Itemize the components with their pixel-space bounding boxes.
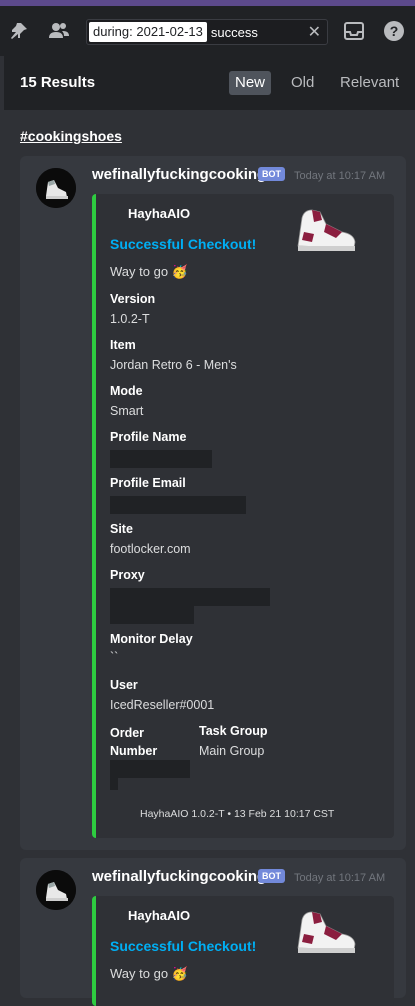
field-name-profile-email: Profile Email	[110, 476, 186, 490]
redacted-order-number-line-1	[110, 760, 190, 778]
close-icon[interactable]: ✕	[308, 22, 321, 42]
message-author[interactable]: wefinallyfuckingcooking	[92, 868, 266, 885]
sneaker-thumbnail	[292, 904, 360, 960]
avatar[interactable]	[36, 870, 76, 910]
field-name-monitor-delay: Monitor Delay	[110, 632, 193, 646]
members-icon[interactable]	[46, 18, 72, 44]
message-timestamp: Today at 10:17 AM	[294, 170, 386, 182]
embed: HayhaAIO Successful Checkout! Way to go …	[92, 194, 394, 838]
search-result-card[interactable]: wefinallyfuckingcooking BOT Today at 10:…	[20, 858, 406, 1006]
embed-title[interactable]: Successful Checkout!	[110, 938, 256, 954]
sort-relevant-button[interactable]: Relevant	[334, 71, 405, 95]
message-timestamp: Today at 10:17 AM	[294, 872, 386, 884]
sort-new-button[interactable]: New	[229, 71, 272, 95]
party-face-icon: 🥳	[171, 264, 188, 279]
field-name-user: User	[110, 678, 138, 692]
field-value-task-group: Main Group	[199, 744, 265, 758]
inbox-icon[interactable]	[341, 18, 367, 44]
channel-link[interactable]: #cookingshoes	[20, 128, 122, 144]
embed: HayhaAIO Successful Checkout! Way to go …	[92, 896, 394, 1006]
field-value-site: footlocker.com	[110, 542, 191, 556]
field-value-user: IcedReseller#0001	[110, 698, 215, 712]
field-name-order-number: Order Number	[110, 726, 158, 758]
top-bar: during: 2021-02-13 success ✕ ?	[0, 6, 415, 56]
help-icon[interactable]: ?	[381, 18, 407, 44]
field-name-version: Version	[110, 292, 156, 306]
search-filter-chip[interactable]: during: 2021-02-13	[89, 22, 207, 42]
field-value-mode: Smart	[110, 404, 144, 418]
pin-icon[interactable]	[6, 18, 32, 44]
redacted-order-number-line-2	[110, 778, 118, 790]
message-author[interactable]: wefinallyfuckingcooking	[92, 166, 266, 183]
sneaker-thumbnail	[292, 202, 360, 258]
field-value-item: Jordan Retro 6 - Men's	[110, 358, 237, 372]
field-value-version: 1.0.2-T	[110, 312, 150, 326]
avatar[interactable]	[36, 168, 76, 208]
embed-author: HayhaAIO	[128, 908, 191, 923]
sort-old-button[interactable]: Old	[285, 71, 320, 95]
svg-text:?: ?	[390, 23, 399, 39]
embed-description: Way to go 🥳	[110, 264, 188, 280]
bot-badge: BOT	[258, 869, 285, 883]
redacted-proxy-line-2	[110, 606, 194, 624]
redacted-proxy-line-1	[110, 588, 270, 606]
search-input[interactable]: during: 2021-02-13 success ✕	[86, 19, 328, 45]
embed-description-text: Way to go	[110, 966, 169, 981]
search-query-text: success	[210, 24, 258, 40]
embed-title[interactable]: Successful Checkout!	[110, 236, 256, 252]
embed-footer: HayhaAIO 1.0.2-T • 13 Feb 21 10:17 CST	[140, 808, 335, 820]
field-name-item: Item	[110, 338, 136, 352]
party-face-icon: 🥳	[171, 966, 188, 981]
field-name-site: Site	[110, 522, 133, 536]
bot-badge: BOT	[258, 167, 285, 181]
embed-description: Way to go 🥳	[110, 966, 188, 982]
field-name-profile-name: Profile Name	[110, 430, 187, 444]
results-count: 15 Results	[20, 74, 96, 91]
field-name-proxy: Proxy	[110, 568, 145, 582]
embed-description-text: Way to go	[110, 264, 169, 279]
search-result-card[interactable]: wefinallyfuckingcooking BOT Today at 10:…	[20, 156, 406, 850]
embed-author: HayhaAIO	[128, 206, 191, 221]
field-name-task-group: Task Group	[199, 724, 268, 738]
search-results-panel: 15 Results New Old Relevant #cookingshoe…	[4, 56, 415, 1006]
field-value-monitor-delay: ``	[110, 650, 119, 664]
redacted-profile-email	[110, 496, 246, 514]
results-header: 15 Results New Old Relevant	[4, 56, 415, 110]
field-name-mode: Mode	[110, 384, 143, 398]
redacted-profile-name	[110, 450, 212, 468]
